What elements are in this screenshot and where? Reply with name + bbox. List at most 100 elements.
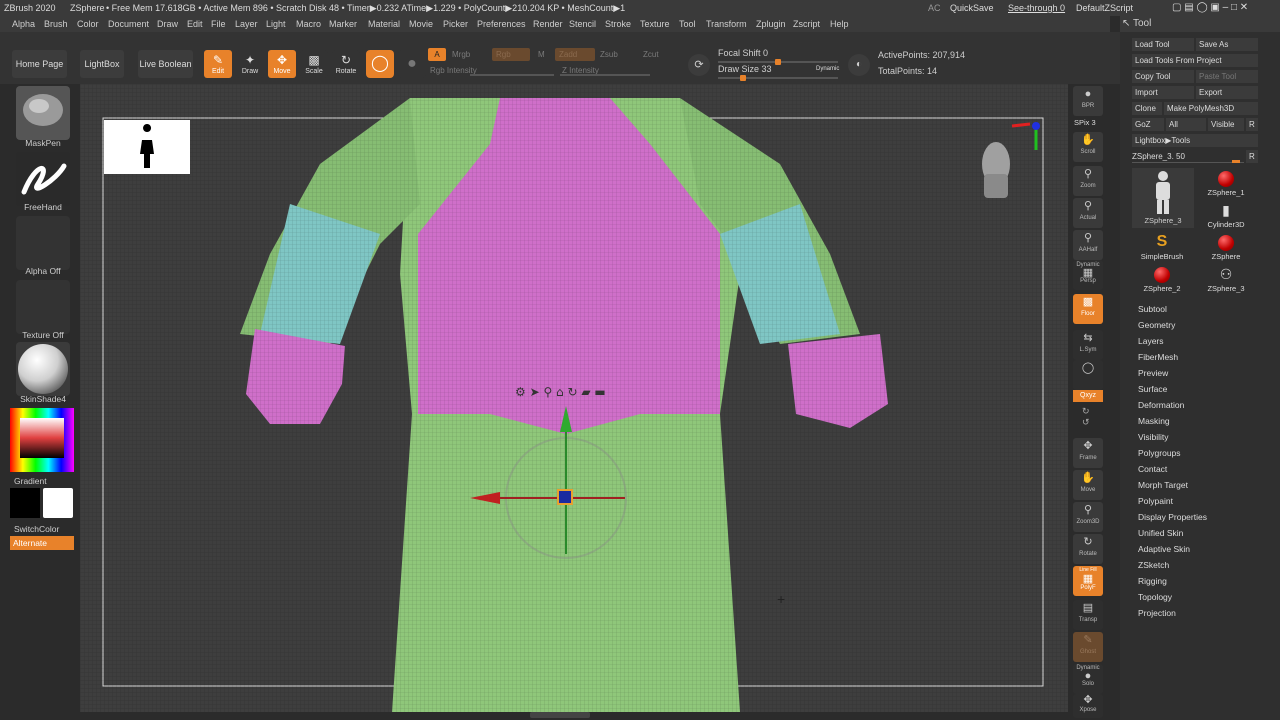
lightbox-button[interactable]: LightBox	[80, 50, 124, 78]
menu-light[interactable]: Light	[266, 16, 286, 32]
menu-transform[interactable]: Transform	[706, 16, 747, 32]
subtool-menu[interactable]: Subtool	[1138, 302, 1167, 316]
texture-thumbnail[interactable]	[16, 280, 70, 334]
canvas-viewport[interactable]: ⚙ ➤ ⚲ ⌂ ↻ ▰ ▬ +	[80, 84, 1068, 712]
clone-button[interactable]: Clone	[1132, 102, 1162, 115]
tool-thumb-cylinder3d[interactable]: ▮ Cylinder3D	[1196, 200, 1256, 230]
gizmo-toolbar-icons[interactable]: ⚙ ➤ ⚲ ⌂ ↻ ▰ ▬	[515, 385, 606, 399]
draw-button[interactable]: ✦ Draw	[236, 50, 264, 78]
menu-macro[interactable]: Macro	[296, 16, 321, 32]
material-sphere-button[interactable]: ●	[398, 50, 426, 78]
load-tool-button[interactable]: Load Tool	[1132, 38, 1194, 51]
menu-help[interactable]: Help	[830, 16, 849, 32]
alternate-button[interactable]: Alternate	[10, 536, 74, 550]
draw-size-track[interactable]	[718, 77, 838, 79]
draw-size-slider[interactable]: Draw Size 33	[718, 64, 772, 75]
topology-menu[interactable]: Topology	[1138, 590, 1172, 604]
projection-menu[interactable]: Projection	[1138, 606, 1176, 620]
rigging-menu[interactable]: Rigging	[1138, 574, 1167, 588]
paste-tool-button[interactable]: Paste Tool	[1196, 70, 1258, 83]
home-page-button[interactable]: Home Page	[12, 50, 67, 78]
copy-tool-button[interactable]: Copy Tool	[1132, 70, 1194, 83]
see-through-slider[interactable]: See-through 0	[1008, 0, 1065, 16]
actual-button[interactable]: ⚲ Actual	[1073, 198, 1103, 228]
ghost-button[interactable]: ✎ Ghost	[1073, 632, 1103, 662]
save-as-button[interactable]: Save As	[1196, 38, 1258, 51]
unified-skin-menu[interactable]: Unified Skin	[1138, 526, 1183, 540]
goz-r-button[interactable]: R	[1246, 118, 1258, 131]
xyz-button[interactable]: Qxyz	[1073, 390, 1103, 402]
deformation-menu[interactable]: Deformation	[1138, 398, 1184, 412]
color-picker-square[interactable]	[20, 418, 64, 458]
transp-button[interactable]: ▤ Transp	[1073, 600, 1103, 630]
morph-target-menu[interactable]: Morph Target	[1138, 478, 1188, 492]
goz-all-button[interactable]: All	[1166, 118, 1206, 131]
zoom3d-button[interactable]: ⚲ Zoom3D	[1073, 502, 1103, 532]
tool-thumb-zsphere3-active[interactable]: ZSphere_3	[1132, 168, 1194, 228]
zsub-button[interactable]: Zsub	[600, 50, 618, 60]
import-button[interactable]: Import	[1132, 86, 1194, 99]
mrgb-button[interactable]: Mrgb	[452, 50, 470, 60]
lsym-button[interactable]: ⇆ L.Sym	[1073, 330, 1103, 360]
current-tool-r-button[interactable]: R	[1246, 150, 1258, 163]
menu-zscript[interactable]: Zscript	[793, 16, 820, 32]
menu-color[interactable]: Color	[77, 16, 99, 32]
focal-shift-handle[interactable]	[775, 59, 781, 65]
menu-stroke[interactable]: Stroke	[605, 16, 631, 32]
window-controls-icons[interactable]: ▢ ▤ ◯ ▣ – □ ✕	[1172, 0, 1248, 16]
current-tool-slider-track[interactable]	[1132, 162, 1244, 163]
m-button[interactable]: M	[538, 50, 545, 60]
a-toggle[interactable]: A	[428, 48, 446, 61]
frame-button[interactable]: ✥ Frame	[1073, 438, 1103, 468]
tool-palette-header[interactable]: ↖ Tool	[1120, 16, 1280, 32]
solo-button[interactable]: Dynamic ● Solo	[1073, 664, 1103, 694]
fibermesh-menu[interactable]: FiberMesh	[1138, 350, 1178, 364]
focal-shift-slider[interactable]: Focal Shift 0	[718, 48, 768, 59]
tool-thumb-simplebrush[interactable]: S SimpleBrush	[1132, 232, 1192, 262]
layers-menu[interactable]: Layers	[1138, 334, 1164, 348]
rotate-button[interactable]: ↻ Rotate	[332, 50, 360, 78]
bpr-button[interactable]: ● BPR	[1073, 86, 1103, 116]
tool-thumb-zsphere2[interactable]: ZSphere_2	[1132, 264, 1192, 294]
menu-preferences[interactable]: Preferences	[477, 16, 526, 32]
menu-texture[interactable]: Texture	[640, 16, 670, 32]
material-thumbnail[interactable]	[16, 342, 70, 396]
current-tool-slider-handle[interactable]	[1232, 160, 1240, 163]
quicksave-button[interactable]: QuickSave	[950, 0, 994, 16]
persp-button[interactable]: Dynamic ▦ Persp	[1073, 260, 1103, 290]
menu-alpha[interactable]: Alpha	[12, 16, 35, 32]
scroll-button[interactable]: ✋ Scroll	[1073, 132, 1103, 162]
surface-menu[interactable]: Surface	[1138, 382, 1167, 396]
menu-material[interactable]: Material	[368, 16, 400, 32]
secondary-color-swatch[interactable]	[43, 488, 73, 518]
goz-visible-button[interactable]: Visible	[1208, 118, 1244, 131]
backface-mask-icon[interactable]: ◐	[848, 54, 870, 76]
zsketch-menu[interactable]: ZSketch	[1138, 558, 1169, 572]
goz-button[interactable]: GoZ	[1132, 118, 1164, 131]
tool-thumb-zsphere1[interactable]: ZSphere_1	[1196, 168, 1256, 198]
draw-size-handle[interactable]	[740, 75, 746, 81]
color-picker[interactable]	[10, 408, 74, 472]
sculptris-pro-button[interactable]: ◯	[366, 50, 394, 78]
menu-document[interactable]: Document	[108, 16, 149, 32]
menu-stencil[interactable]: Stencil	[569, 16, 596, 32]
rgb-intensity-track[interactable]	[470, 74, 554, 76]
alpha-thumbnail[interactable]	[16, 216, 70, 270]
export-button[interactable]: Export	[1196, 86, 1258, 99]
menu-tool[interactable]: Tool	[679, 16, 696, 32]
rgb-button[interactable]: Rgb	[492, 48, 530, 61]
spix-slider[interactable]: SPix 3	[1074, 118, 1096, 127]
scale-button[interactable]: ▩ Scale	[300, 50, 328, 78]
brush-thumbnail[interactable]	[16, 86, 70, 140]
menu-movie[interactable]: Movie	[409, 16, 433, 32]
dynamic-toggle[interactable]: Dynamic	[816, 66, 839, 72]
menu-draw[interactable]: Draw	[157, 16, 178, 32]
collapse-arrow-icon[interactable]: ↖	[1122, 16, 1130, 32]
make-polymesh-button[interactable]: Make PolyMesh3D	[1164, 102, 1258, 115]
menu-brush[interactable]: Brush	[44, 16, 68, 32]
menu-render[interactable]: Render	[533, 16, 563, 32]
menu-edit[interactable]: Edit	[187, 16, 203, 32]
menu-zplugin[interactable]: Zplugin	[756, 16, 786, 32]
mesh-canvas[interactable]: ⚙ ➤ ⚲ ⌂ ↻ ▰ ▬ +	[80, 84, 1068, 712]
display-properties-menu[interactable]: Display Properties	[1138, 510, 1207, 524]
